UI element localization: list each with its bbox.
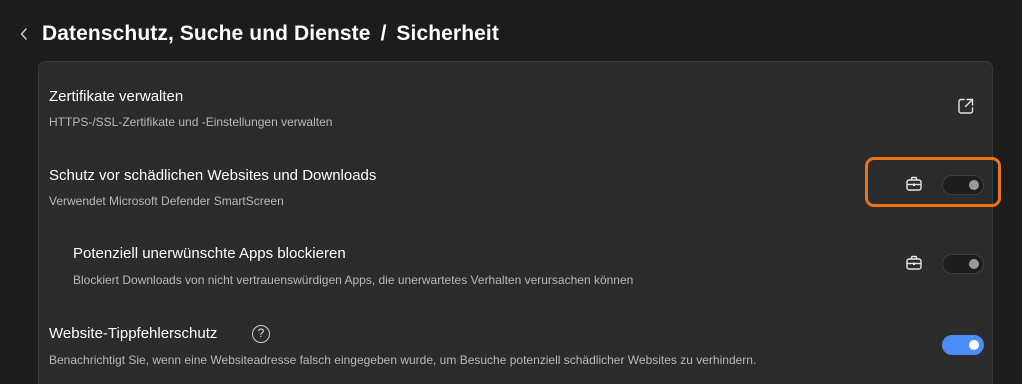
toggle-knob bbox=[969, 259, 979, 269]
setting-row-typosquatting: Website-Tippfehlerschutz ? Benachrichtig… bbox=[39, 298, 994, 378]
setting-subtitle: Blockiert Downloads von nicht vertrauens… bbox=[73, 273, 634, 287]
question-mark-icon[interactable]: ? bbox=[252, 325, 270, 343]
back-button[interactable] bbox=[14, 20, 34, 48]
breadcrumb-parent[interactable]: Datenschutz, Suche und Dienste bbox=[42, 22, 371, 46]
external-link-icon[interactable] bbox=[956, 96, 976, 116]
setting-title: Zertifikate verwalten bbox=[49, 88, 184, 105]
setting-subtitle: HTTPS-/SSL-Zertifikate und -Einstellunge… bbox=[49, 115, 333, 129]
settings-card: Zertifikate verwalten HTTPS-/SSL-Zertifi… bbox=[38, 61, 993, 384]
settings-page: Datenschutz, Suche und Dienste / Sicherh… bbox=[0, 0, 1022, 384]
setting-row-certificates[interactable]: Zertifikate verwalten HTTPS-/SSL-Zertifi… bbox=[39, 62, 994, 140]
typosquatting-toggle[interactable] bbox=[942, 335, 984, 355]
setting-row-pua: Potenziell unerwünschte Apps blockieren … bbox=[39, 218, 994, 298]
smartscreen-toggle[interactable] bbox=[942, 175, 984, 195]
briefcase-icon bbox=[906, 255, 922, 270]
toggle-knob bbox=[969, 180, 979, 190]
chevron-left-icon bbox=[20, 28, 27, 40]
briefcase-icon bbox=[906, 176, 922, 191]
pua-toggle[interactable] bbox=[942, 254, 984, 274]
setting-subtitle: Benachrichtigt Sie, wenn eine Websiteadr… bbox=[49, 353, 757, 367]
page-header: Datenschutz, Suche und Dienste / Sicherh… bbox=[14, 18, 499, 50]
setting-title: Website-Tippfehlerschutz bbox=[49, 325, 218, 342]
setting-title: Schutz vor schädlichen Websites und Down… bbox=[49, 167, 377, 184]
breadcrumb-separator: / bbox=[380, 22, 387, 45]
page-title: Sicherheit bbox=[396, 22, 499, 45]
setting-title: Potenziell unerwünschte Apps blockieren bbox=[73, 245, 346, 262]
toggle-knob bbox=[969, 340, 979, 350]
setting-subtitle: Verwendet Microsoft Defender SmartScreen bbox=[49, 194, 284, 208]
setting-row-smartscreen: Schutz vor schädlichen Websites und Down… bbox=[39, 140, 994, 218]
